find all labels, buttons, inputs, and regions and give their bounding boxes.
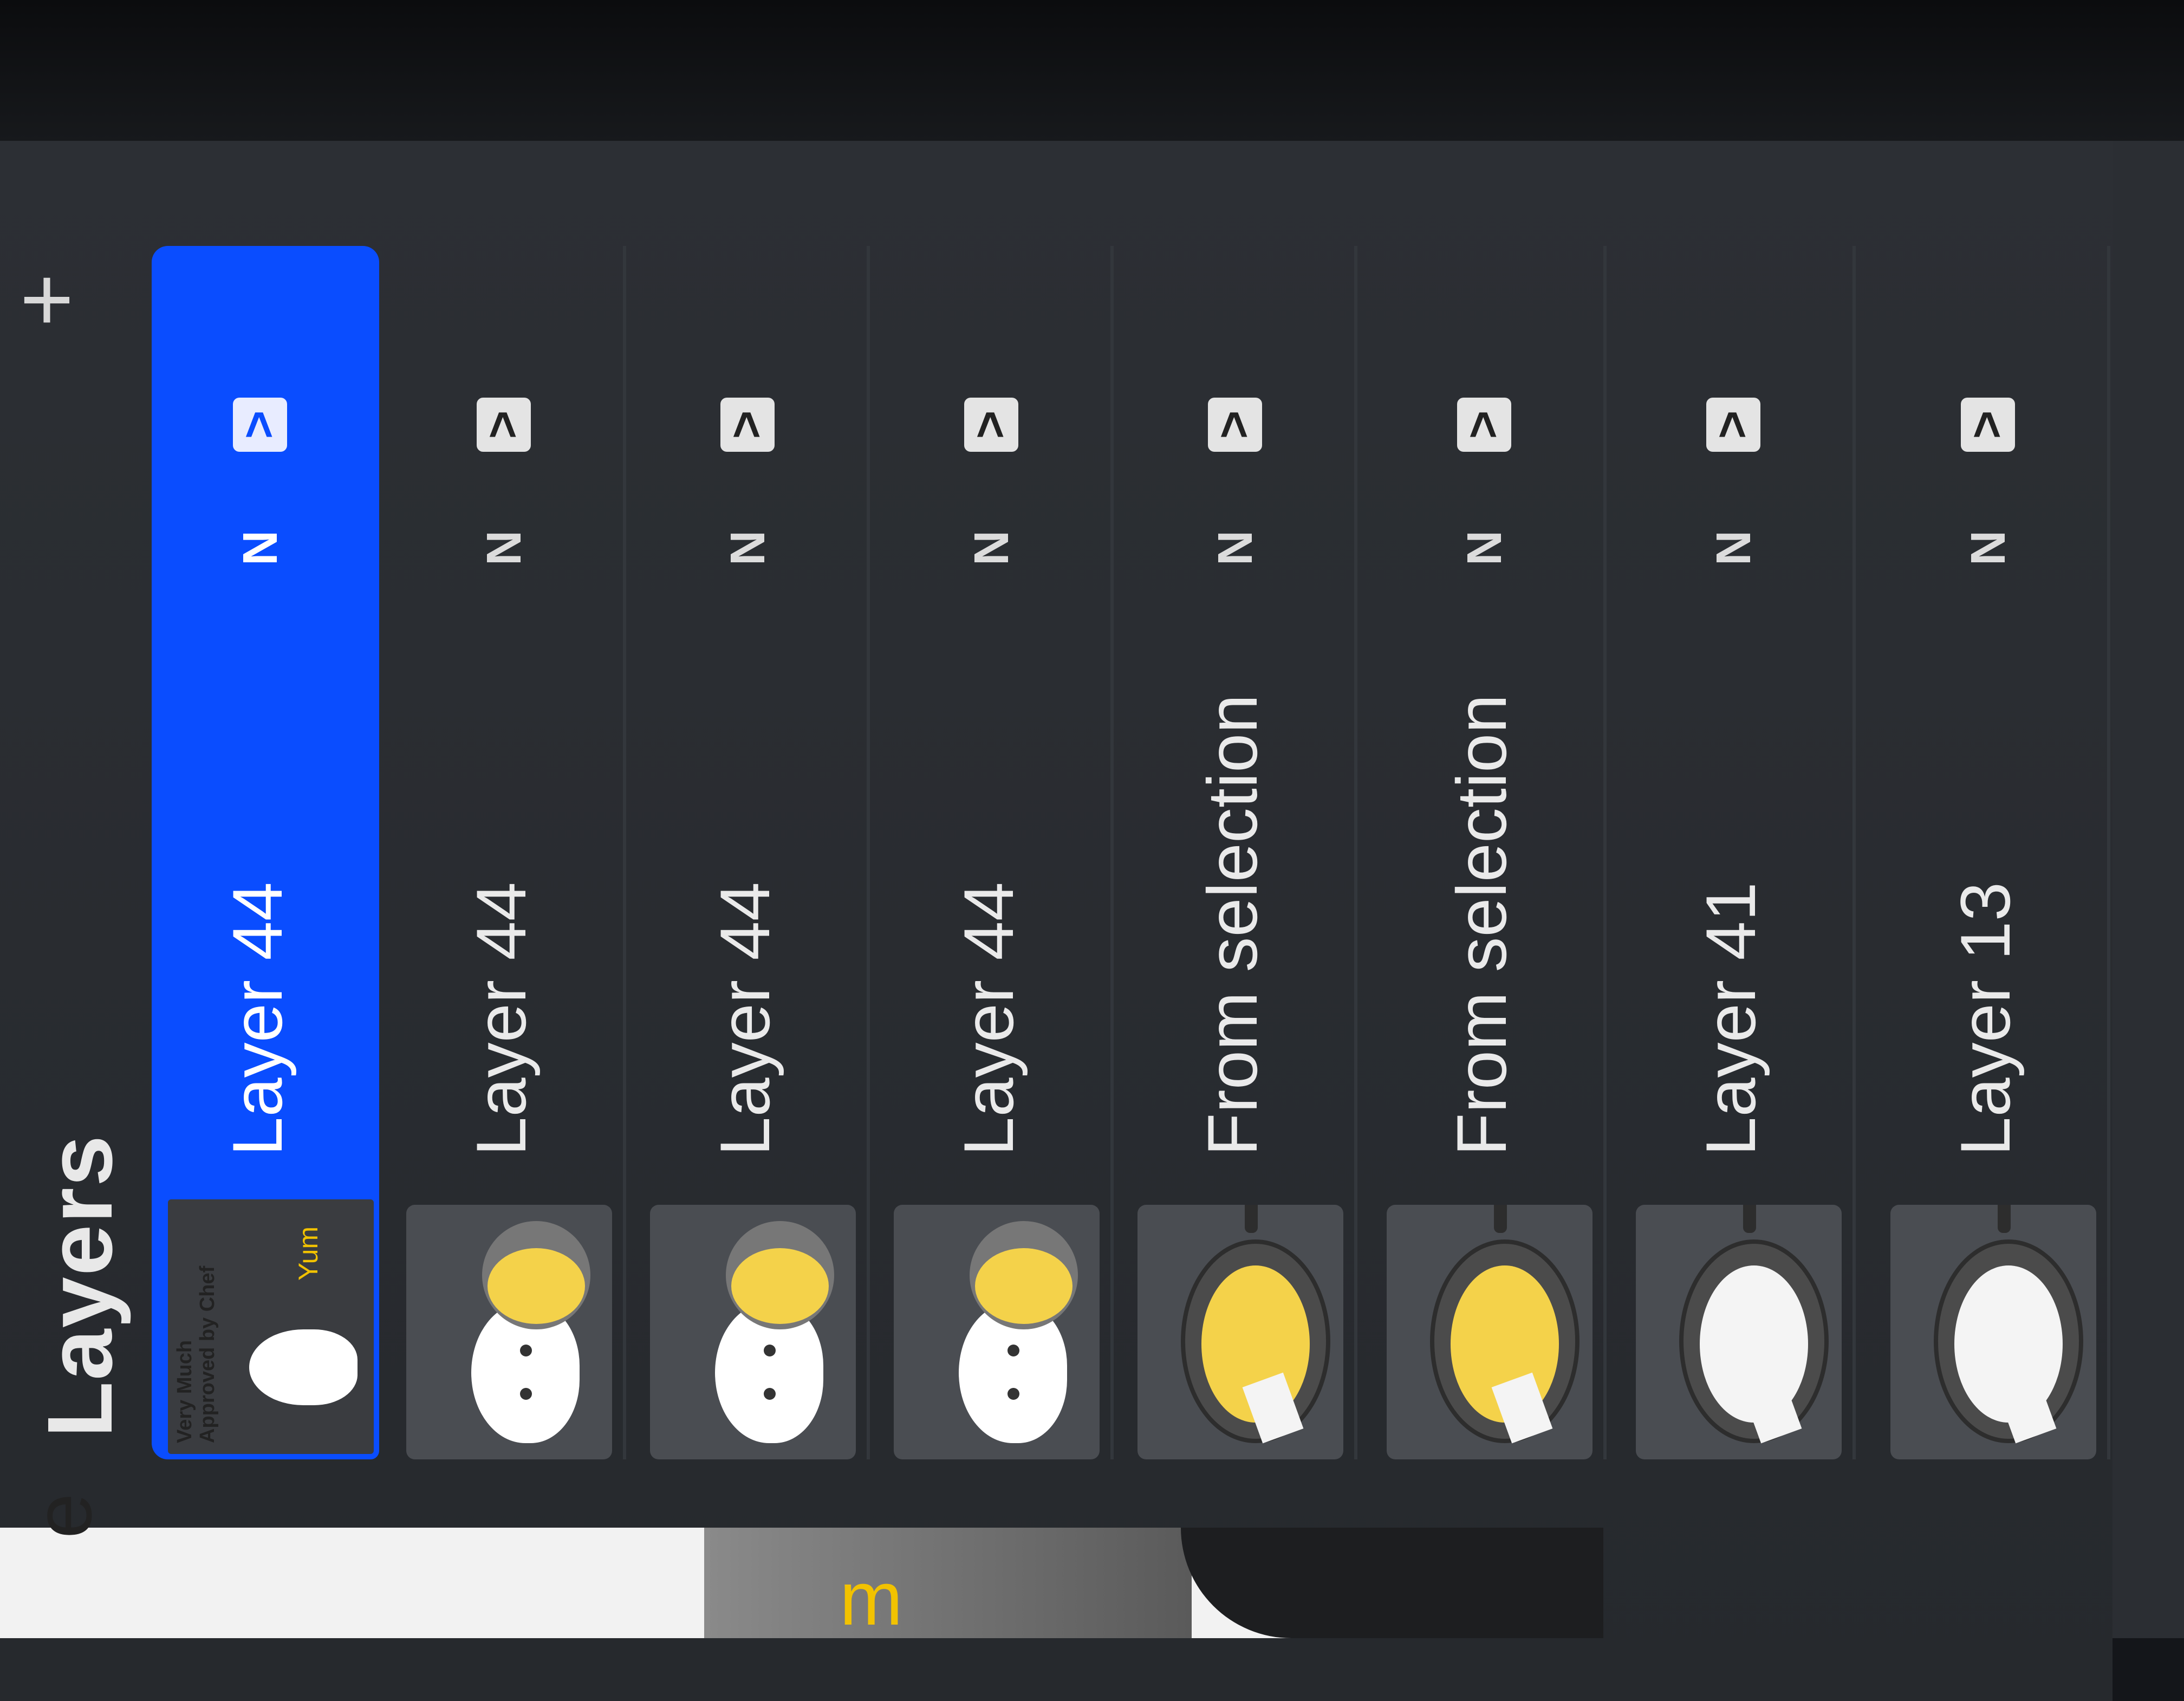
visibility-checkbox-icon[interactable]: > — [719, 398, 775, 452]
layer-thumbnail[interactable] — [1387, 1205, 1592, 1459]
thumbnail-badge-text: Very Much Approved by Chef — [173, 1265, 219, 1443]
visibility-checkbox-icon[interactable]: > — [1456, 398, 1511, 452]
layer-name: From selection — [1193, 694, 1272, 1157]
panel-title: Layers — [29, 1134, 132, 1438]
blend-mode-button[interactable]: N — [1961, 530, 2017, 566]
blend-mode-button[interactable]: N — [1706, 530, 1762, 566]
layer-name: Layer 44 — [949, 882, 1028, 1156]
cat-illustration — [249, 1329, 358, 1405]
blend-mode-button[interactable]: N — [1208, 530, 1264, 566]
layer-name: Layer 44 — [461, 882, 541, 1156]
layer-row[interactable]: From selection N > — [1376, 246, 1607, 1459]
blend-mode-button[interactable]: N — [720, 530, 776, 566]
pot-illustration — [970, 1221, 1078, 1329]
layer-row[interactable]: Very Much Approved by Chef Yum Layer 44 N > — [152, 246, 379, 1459]
layer-row[interactable]: Layer 44 N > — [639, 246, 870, 1459]
blend-mode-button[interactable]: N — [964, 530, 1020, 566]
layer-name: Layer 44 — [218, 882, 297, 1156]
layer-thumbnail[interactable] — [1636, 1205, 1842, 1459]
visibility-checkbox-icon[interactable]: > — [476, 398, 531, 452]
visibility-checkbox-icon[interactable]: > — [232, 398, 287, 452]
layer-thumbnail[interactable] — [894, 1205, 1100, 1459]
layers-panel: Layers + Very Much Approved by Chef Yum Lay… — [0, 0, 2184, 1638]
layer-thumbnail[interactable] — [650, 1205, 856, 1459]
pot-illustration — [482, 1221, 590, 1329]
layer-name: From selection — [1442, 694, 1521, 1157]
visibility-checkbox-icon[interactable]: > — [1207, 398, 1262, 452]
visibility-checkbox-icon[interactable]: > — [963, 398, 1018, 452]
screen: e m Layers + Very Much Approved by Chef Yu… — [0, 0, 2184, 1701]
layer-thumbnail[interactable] — [1890, 1205, 2096, 1459]
visibility-checkbox-icon[interactable]: > — [1960, 398, 2015, 452]
visibility-checkbox-icon[interactable]: > — [1705, 398, 1760, 452]
layer-row[interactable]: Layer 44 N > — [395, 246, 626, 1459]
layer-thumbnail[interactable]: Very Much Approved by Chef Yum — [162, 1194, 379, 1459]
blend-mode-button[interactable]: N — [233, 530, 289, 566]
add-layer-button[interactable]: + — [0, 262, 98, 338]
layer-row[interactable]: Layer 44 N > — [883, 246, 1114, 1459]
yum-signature: Yum — [293, 1226, 323, 1281]
layer-name: Layer 44 — [705, 882, 784, 1156]
layer-name: Layer 13 — [1946, 882, 2025, 1156]
layer-name: Layer 41 — [1691, 882, 1770, 1156]
layer-row[interactable]: From selection N > — [1127, 246, 1357, 1459]
blend-mode-button[interactable]: N — [477, 530, 532, 566]
blend-mode-button[interactable]: N — [1457, 530, 1513, 566]
layer-row[interactable]: Layer 41 N > — [1625, 246, 1856, 1459]
pot-illustration — [726, 1221, 834, 1329]
layer-thumbnail[interactable] — [406, 1205, 612, 1459]
layer-thumbnail[interactable] — [1138, 1205, 1343, 1459]
layer-row[interactable]: Layer 13 N > — [1880, 246, 2110, 1459]
